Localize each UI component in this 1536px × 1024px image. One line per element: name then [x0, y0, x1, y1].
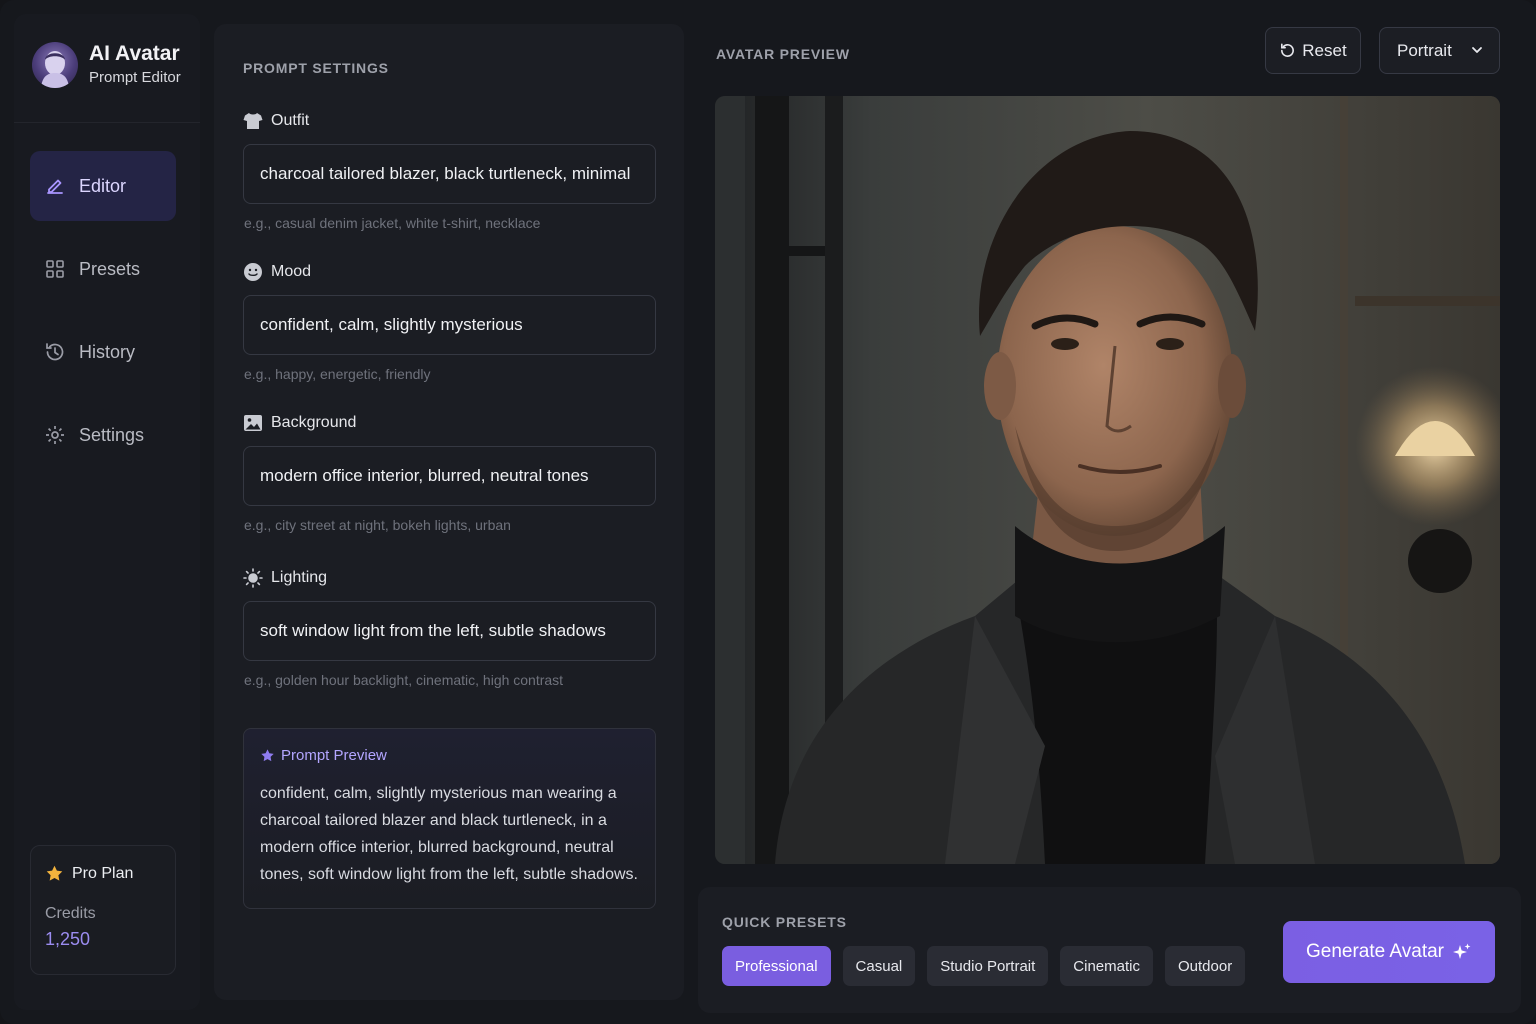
field-label: Outfit — [271, 112, 310, 129]
prompt-preview-text: confident, calm, slightly mysterious man… — [260, 785, 638, 883]
outfit-field-group: Outfit charcoal tailored blazer, black t… — [243, 110, 656, 231]
lighting-input[interactable]: soft window light from the left, subtle … — [243, 601, 656, 661]
shirt-icon — [243, 111, 263, 131]
lighting-hint: e.g., golden hour backlight, cinematic, … — [244, 672, 564, 688]
smiley-icon — [243, 262, 263, 282]
field-label: Lighting — [271, 569, 328, 586]
aspect-select[interactable]: Portrait — [1379, 27, 1500, 74]
sparkle-icon — [1452, 942, 1472, 962]
gear-icon — [44, 424, 66, 446]
mood-hint: e.g., happy, energetic, friendly — [244, 366, 431, 382]
plan-card: Pro Plan Credits 1,250 — [30, 845, 176, 975]
background-input[interactable]: modern office interior, blurred, neutral… — [243, 446, 656, 506]
sidebar-item-label: Presets — [79, 258, 141, 279]
generate-avatar-button[interactable]: Generate Avatar — [1283, 921, 1495, 983]
reset-button[interactable]: Reset — [1265, 27, 1361, 74]
sidebar-item-label: Editor — [79, 175, 127, 196]
reset-icon — [1279, 42, 1296, 59]
mood-input[interactable]: confident, calm, slightly mysterious — [243, 295, 656, 355]
brand-subtitle: Prompt Editor — [89, 69, 181, 86]
pencil-icon — [44, 175, 66, 197]
credits-value: 1,250 — [45, 929, 91, 949]
sidebar: AI Avatar Prompt Editor Editor Presets H… — [14, 14, 200, 1010]
sidebar-item-label: History — [79, 341, 136, 362]
aspect-select-value: Portrait — [1397, 40, 1452, 60]
sun-icon — [243, 568, 263, 588]
grid-icon — [44, 258, 66, 280]
quick-presets-panel: QUICK PRESETS Professional Casual Studio… — [698, 887, 1521, 1013]
section-label: PROMPT SETTINGS — [243, 60, 389, 76]
sidebar-item-label: Settings — [79, 424, 145, 445]
preset-chip-cinematic[interactable]: Cinematic — [1060, 946, 1153, 986]
mood-field-group: Mood confident, calm, slightly mysteriou… — [243, 261, 656, 382]
background-hint: e.g., city street at night, bokeh lights… — [244, 517, 511, 533]
sidebar-item-settings[interactable]: Settings — [30, 400, 176, 470]
generate-label: Generate Avatar — [1305, 941, 1445, 962]
outfit-hint: e.g., casual denim jacket, white t-shirt… — [244, 215, 541, 231]
history-icon — [44, 341, 66, 363]
plan-name: Pro Plan — [72, 864, 134, 882]
brand-title: AI Avatar — [89, 42, 180, 65]
star-icon — [260, 748, 275, 763]
divider — [14, 122, 200, 123]
chevron-down-icon — [1470, 43, 1484, 57]
preset-chip-professional[interactable]: Professional — [722, 946, 831, 986]
preset-chip-studio-portrait[interactable]: Studio Portrait — [927, 946, 1049, 986]
section-label: QUICK PRESETS — [722, 914, 847, 930]
lighting-field-group: Lighting soft window light from the left… — [243, 567, 656, 688]
background-field-group: Background modern office interior, blurr… — [243, 412, 656, 533]
image-icon — [243, 413, 263, 433]
sidebar-item-presets[interactable]: Presets — [30, 234, 176, 304]
reset-label: Reset — [1302, 40, 1347, 60]
field-label: Mood — [271, 263, 312, 280]
prompt-settings-panel: PROMPT SETTINGS Outfit charcoal tailored… — [214, 24, 684, 1000]
brand-logo — [32, 42, 78, 88]
avatar-preview-image — [715, 96, 1500, 864]
sidebar-nav: Editor Presets History Settings — [30, 151, 176, 483]
prompt-preview-card: Prompt Preview confident, calm, slightly… — [243, 728, 656, 909]
prompt-preview-title: Prompt Preview — [281, 747, 387, 764]
credits-label: Credits — [45, 905, 96, 922]
app-window: AI Avatar Prompt Editor Editor Presets H… — [0, 0, 1536, 1024]
preset-chip-casual[interactable]: Casual — [842, 946, 916, 986]
brand: AI Avatar Prompt Editor — [32, 42, 181, 88]
section-label: AVATAR PREVIEW — [716, 46, 850, 62]
field-label: Background — [271, 414, 357, 431]
sidebar-item-history[interactable]: History — [30, 317, 176, 387]
star-icon — [45, 864, 64, 883]
sidebar-item-editor[interactable]: Editor — [30, 151, 176, 221]
preset-chip-outdoor[interactable]: Outdoor — [1164, 946, 1246, 986]
preset-chips: Professional Casual Studio Portrait Cine… — [722, 946, 1257, 986]
outfit-input[interactable]: charcoal tailored blazer, black turtlene… — [243, 144, 656, 204]
